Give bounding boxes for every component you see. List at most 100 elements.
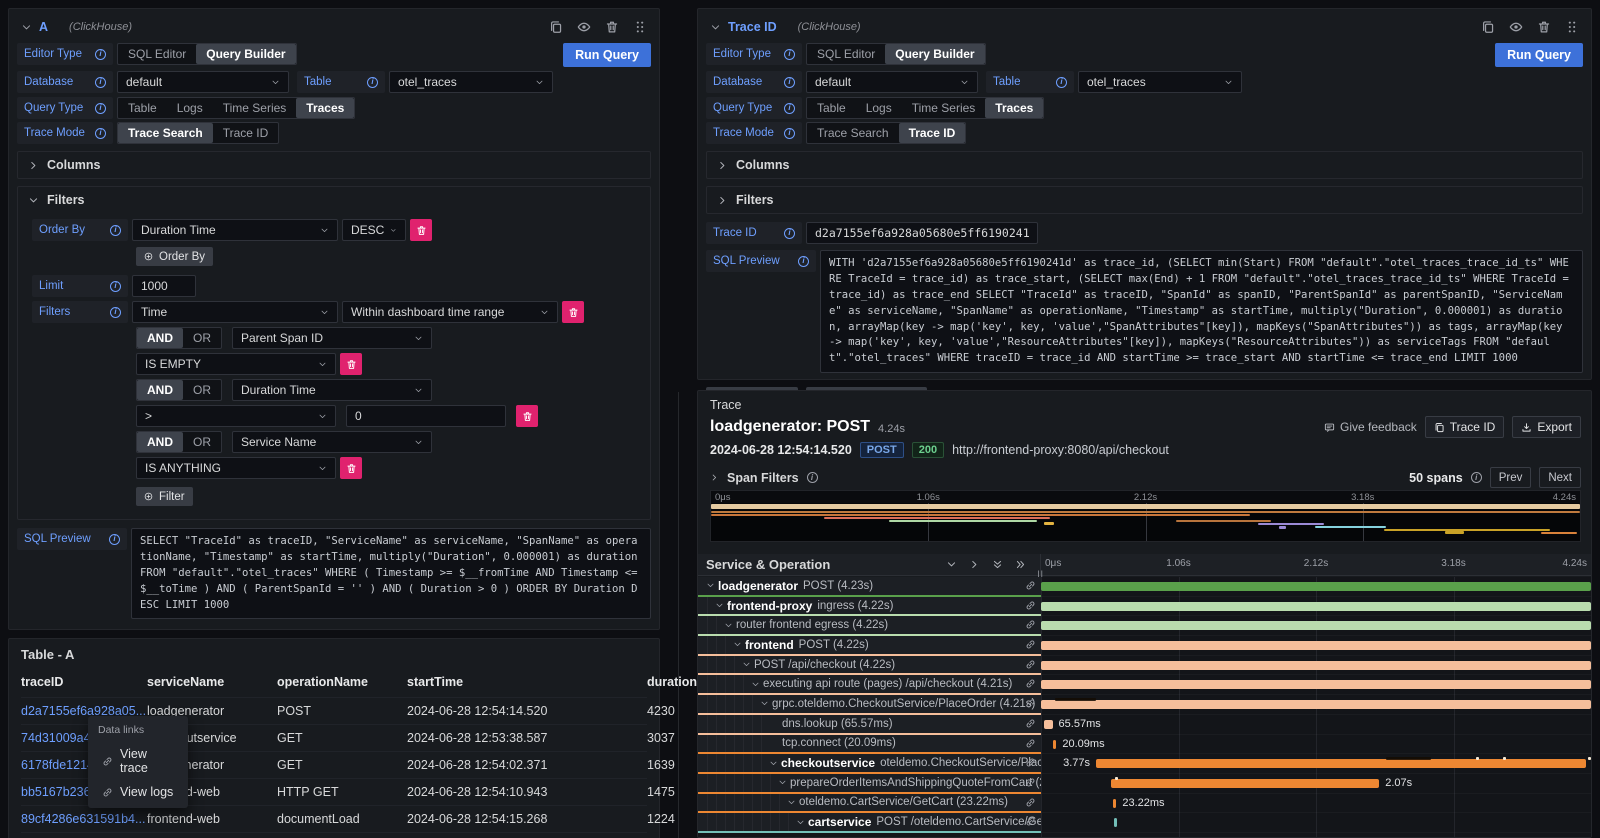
link-icon[interactable] [1025, 718, 1036, 729]
trace-id-button[interactable]: Trace ID [213, 123, 279, 143]
info-icon[interactable]: i [1056, 77, 1067, 88]
filters-toggle[interactable]: Filters [18, 187, 650, 213]
info-icon[interactable]: i [367, 77, 378, 88]
query-type-time-series[interactable]: Time Series [213, 98, 297, 118]
link-icon[interactable] [1025, 797, 1036, 808]
info-icon[interactable]: i [784, 228, 795, 239]
chevron-down-icon[interactable] [706, 581, 715, 590]
query-type-traces[interactable]: Traces [296, 98, 354, 118]
query-type-traces[interactable]: Traces [985, 98, 1043, 118]
span-bar[interactable] [1041, 700, 1591, 709]
info-icon[interactable]: i [784, 49, 795, 60]
database-select[interactable]: default [806, 71, 978, 93]
chevron-down-icon[interactable] [742, 660, 751, 669]
span-label-cell[interactable]: executing api route (pages) /api/checkou… [698, 675, 1041, 695]
give-feedback-button[interactable]: Give feedback [1324, 420, 1417, 434]
chevron-down-icon[interactable] [796, 818, 805, 827]
link-icon[interactable] [1025, 600, 1036, 611]
info-icon[interactable]: i [95, 128, 106, 139]
link-icon[interactable] [1025, 580, 1036, 591]
trace-search-button[interactable]: Trace Search [807, 123, 899, 143]
column-header-startTime[interactable]: startTime [407, 675, 647, 689]
run-query-button[interactable]: Run Query [1495, 43, 1583, 67]
query-type-logs[interactable]: Logs [167, 98, 213, 118]
span-label-cell[interactable]: loadgeneratorPOST (4.23s) [698, 577, 1041, 597]
chevron-down-icon[interactable] [733, 640, 742, 649]
trace-id-link[interactable]: 89cf4286e631591b4... [21, 812, 147, 826]
collapse-query-icon[interactable] [21, 22, 32, 33]
column-header-traceID[interactable]: traceID [21, 675, 147, 689]
eye-icon[interactable] [577, 20, 591, 34]
span-bar[interactable] [1113, 799, 1116, 808]
database-select[interactable]: default [117, 71, 289, 93]
remove-condition-button[interactable] [340, 457, 362, 479]
span-bar[interactable] [1041, 680, 1591, 689]
info-icon[interactable]: i [109, 534, 120, 545]
sql-editor-button[interactable]: SQL Editor [807, 44, 885, 64]
trace-id-input[interactable] [806, 222, 1038, 244]
eye-icon[interactable] [1509, 20, 1523, 34]
remove-condition-button[interactable] [340, 353, 362, 375]
and-button[interactable]: AND [137, 380, 183, 400]
info-icon[interactable]: i [784, 128, 795, 139]
span-label-cell[interactable]: frontendPOST (4.22s) [698, 636, 1041, 656]
chevron-down-icon[interactable] [760, 699, 769, 708]
chevron-down-icon[interactable] [715, 601, 724, 610]
column-header-operationName[interactable]: operationName [277, 675, 407, 689]
span-label-cell[interactable]: cartservicePOST /oteldemo.CartService/Ge… [698, 813, 1041, 833]
span-bar[interactable] [1096, 759, 1586, 768]
link-icon[interactable] [1025, 698, 1036, 709]
span-label-cell[interactable]: prepareOrderItemsAndShippingQuoteFromCar… [698, 774, 1041, 794]
sql-editor-button[interactable]: SQL Editor [118, 44, 196, 64]
span-label-cell[interactable]: checkoutserviceoteldemo.CheckoutService/… [698, 754, 1041, 774]
condition-field-select[interactable]: Parent Span ID [232, 327, 432, 349]
columns-toggle[interactable]: Columns [18, 152, 650, 178]
filter-value-select[interactable]: Within dashboard time range [342, 301, 558, 323]
export-button[interactable]: Export [1512, 416, 1581, 438]
span-label-cell[interactable]: dns.lookup (65.57ms) [698, 715, 1041, 735]
table-select[interactable]: otel_traces [389, 71, 553, 93]
query-builder-button[interactable]: Query Builder [196, 44, 295, 64]
condition-op-select[interactable]: IS EMPTY [136, 353, 336, 375]
chevrons-down-icon[interactable] [992, 559, 1003, 570]
info-icon[interactable]: i [110, 225, 121, 236]
query-type-time-series[interactable]: Time Series [902, 98, 986, 118]
condition-field-select[interactable]: Service Name [232, 431, 432, 453]
condition-op-select[interactable]: > [136, 405, 336, 427]
and-button[interactable]: AND [137, 328, 183, 348]
info-icon[interactable]: i [95, 77, 106, 88]
span-bar[interactable] [1053, 740, 1056, 749]
and-button[interactable]: AND [137, 432, 183, 452]
filter-field-select[interactable]: Time [132, 301, 338, 323]
order-by-dir-select[interactable]: DESC [342, 219, 406, 241]
link-icon[interactable] [1025, 659, 1036, 670]
condition-op-select[interactable]: IS ANYTHING [136, 457, 336, 479]
span-label-cell[interactable]: router frontend egress (4.22s) [698, 616, 1041, 636]
query-type-table[interactable]: Table [118, 98, 167, 118]
next-button[interactable]: Next [1539, 467, 1581, 488]
span-bar[interactable] [1041, 641, 1591, 650]
link-icon[interactable] [1025, 639, 1036, 650]
info-icon[interactable]: i [1471, 472, 1482, 483]
query-type-logs[interactable]: Logs [856, 98, 902, 118]
run-query-button[interactable]: Run Query [563, 43, 651, 67]
chevron-right-icon[interactable] [710, 473, 719, 482]
link-icon[interactable] [1025, 678, 1036, 689]
span-label-cell[interactable]: tcp.connect (20.09ms) [698, 735, 1041, 755]
view-trace-link[interactable]: View trace [88, 742, 188, 780]
span-label-cell[interactable]: frontend-proxyingress (4.22s) [698, 597, 1041, 617]
prev-button[interactable]: Prev [1490, 467, 1532, 488]
link-icon[interactable] [1025, 619, 1036, 630]
span-bar[interactable] [1041, 621, 1591, 630]
info-icon[interactable]: i [95, 49, 106, 60]
trace-id-button[interactable]: Trace ID [899, 123, 966, 143]
span-bar[interactable] [1041, 582, 1591, 591]
add-order-by-button[interactable]: Order By [136, 247, 213, 266]
remove-filter-button[interactable] [562, 301, 584, 323]
copy-icon[interactable] [549, 20, 563, 34]
info-icon[interactable]: i [110, 281, 121, 292]
trace-id-copy-button[interactable]: Trace ID [1425, 416, 1505, 438]
view-logs-link[interactable]: View logs [88, 780, 188, 804]
info-icon[interactable]: i [110, 307, 121, 318]
condition-field-select[interactable]: Duration Time [232, 379, 432, 401]
